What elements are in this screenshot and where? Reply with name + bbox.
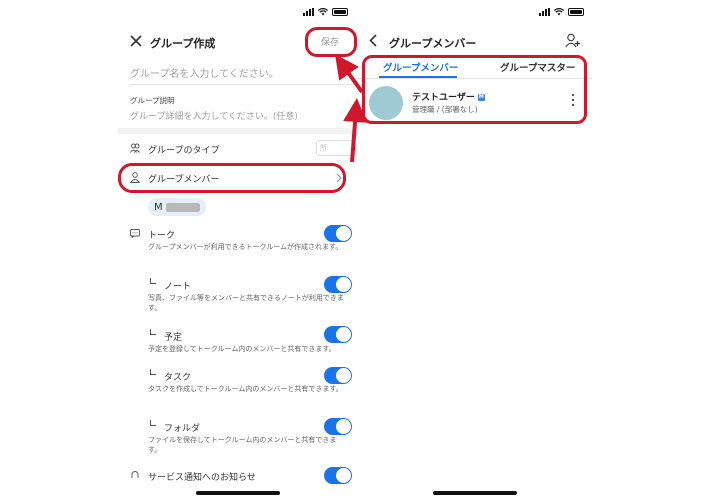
folder-toggle[interactable] <box>324 418 352 435</box>
sub-item-indicator <box>150 420 156 426</box>
member-chip-initial: M <box>154 201 163 213</box>
folder-description: ファイルを保存してトークルーム内のメンバーと共有できます。 <box>148 436 337 454</box>
task-toggle[interactable] <box>324 367 352 384</box>
talk-toggle[interactable] <box>324 225 352 242</box>
page-title: グループメンバー <box>389 37 477 50</box>
section-separator <box>118 128 356 134</box>
service-notice-toggle[interactable] <box>324 467 352 484</box>
save-highlight <box>305 27 357 57</box>
create-group-screen: グループ作成 保存 グループ名を入力してください。 グループ説明 グループ詳細を… <box>118 0 356 500</box>
members-row-highlight <box>118 163 346 193</box>
note-description: 写真、ファイル等をメンバーと共有できるノートが利用できます。 <box>148 294 344 312</box>
group-description-input[interactable]: グループ詳細を入力してください。(任意) <box>130 109 298 122</box>
bell-icon <box>131 471 139 478</box>
member-chip-redacted-name <box>165 202 200 212</box>
back-chevron-icon[interactable] <box>369 34 377 47</box>
service-notice-label: サービス通知へのお知らせ <box>148 473 256 483</box>
schedule-description: 予定を登録してトークルーム内のメンバーと共有できます。 <box>148 345 336 353</box>
task-label: タスク <box>164 373 192 383</box>
task-description: タスクを作成してトークルーム内のメンバーと共有できます。 <box>148 385 343 393</box>
sub-item-indicator <box>150 329 156 335</box>
sub-item-indicator <box>150 369 156 375</box>
note-toggle[interactable] <box>324 276 352 293</box>
member-chip[interactable]: M <box>148 198 206 216</box>
schedule-toggle[interactable] <box>324 326 352 343</box>
group-name-input[interactable]: グループ名を入力してください。 <box>130 65 279 80</box>
folder-label: フォルダ <box>164 424 201 434</box>
home-indicator <box>196 491 280 495</box>
page-title: グループ作成 <box>150 37 216 50</box>
status-bar <box>539 8 584 16</box>
talk-label: トーク <box>148 231 176 241</box>
add-member-icon[interactable] <box>565 33 581 48</box>
group-type-select[interactable]: 所 <box>316 140 356 156</box>
chat-icon <box>130 229 140 238</box>
battery-icon <box>332 8 348 16</box>
talk-description: グループメンバーが利用できるトークルームが作成されます。 <box>148 243 343 251</box>
close-icon[interactable] <box>130 35 142 47</box>
status-bar <box>303 8 348 16</box>
members-list-highlight <box>362 55 587 124</box>
sub-item-indicator <box>150 278 156 284</box>
signal-icon <box>539 8 550 16</box>
wifi-icon <box>318 8 328 16</box>
group-description-label: グループ説明 <box>130 96 175 105</box>
note-label: ノート <box>164 282 192 292</box>
group-type-icon <box>130 143 140 153</box>
wifi-icon <box>554 8 564 16</box>
battery-icon <box>568 8 584 16</box>
group-type-label: グループのタイプ <box>148 146 220 156</box>
signal-icon <box>303 8 314 16</box>
home-indicator <box>433 491 517 495</box>
schedule-label: 予定 <box>164 333 183 343</box>
divider <box>130 84 354 85</box>
